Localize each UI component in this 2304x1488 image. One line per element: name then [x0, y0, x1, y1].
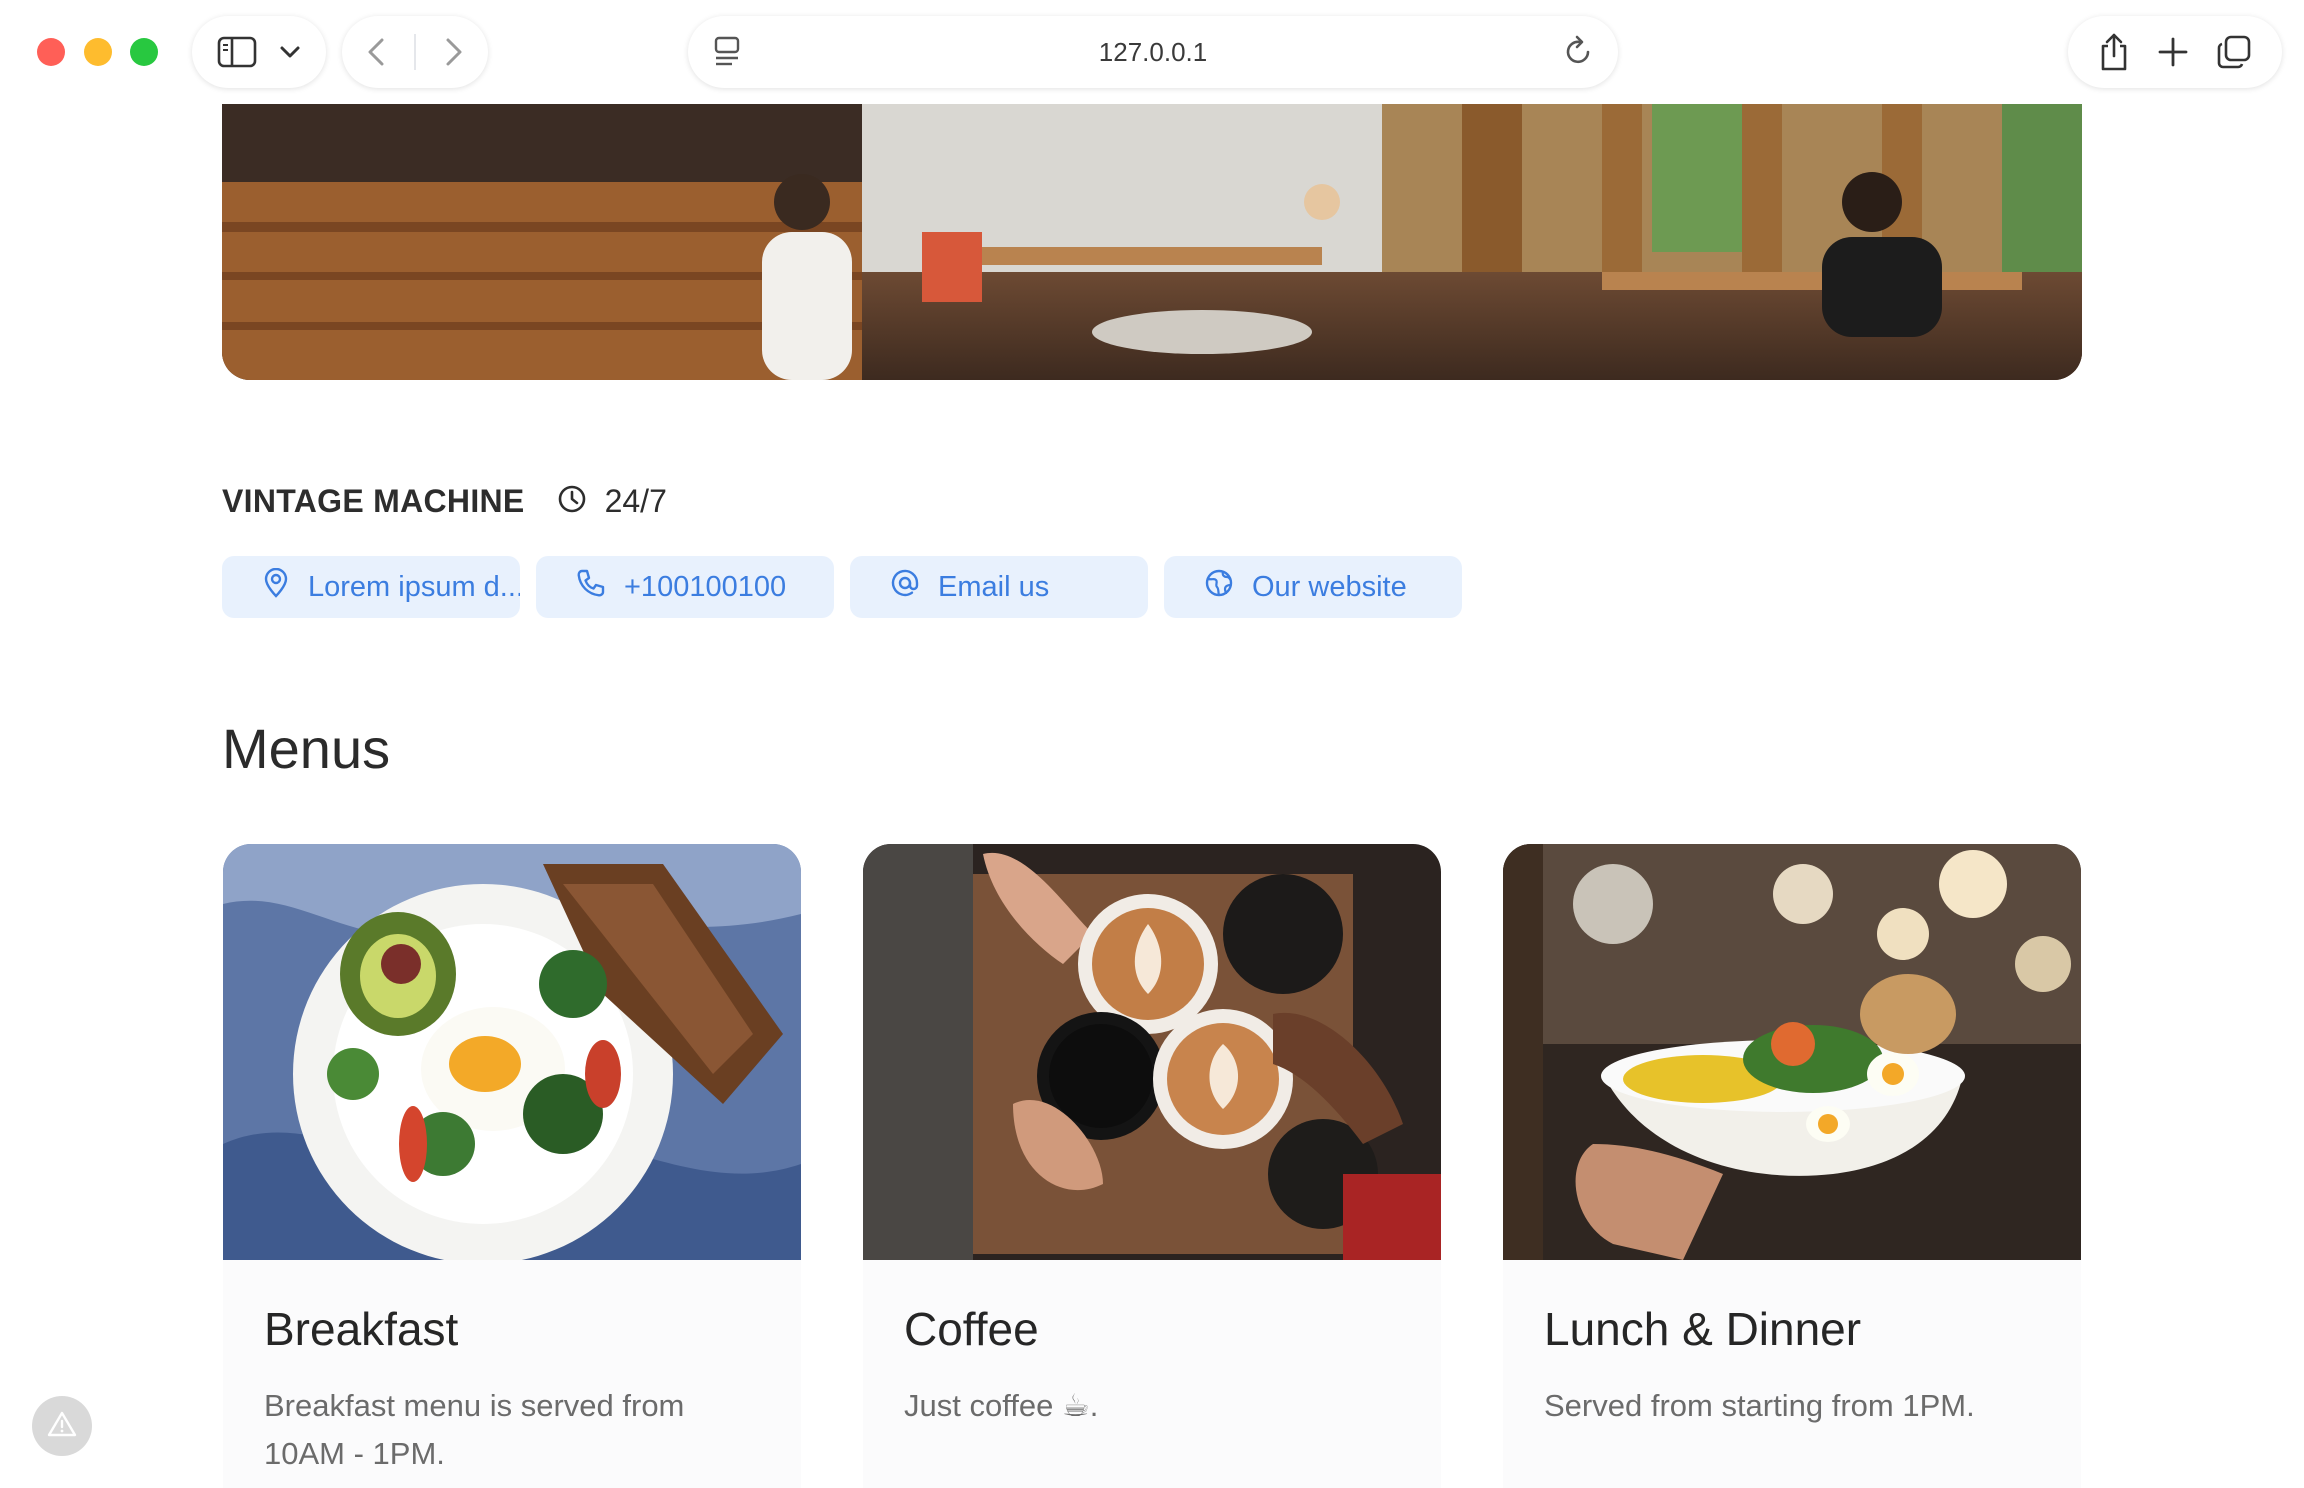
close-window-button[interactable] [37, 38, 65, 66]
location-pin-icon [262, 567, 290, 606]
url-text: 127.0.0.1 [1098, 36, 1208, 67]
chevron-down-icon[interactable] [279, 45, 301, 59]
window-actions-group [2068, 16, 2282, 88]
menus-heading: Menus [222, 717, 391, 780]
contact-chips: Lorem ipsum d... +100100100 Email us Our… [222, 556, 1462, 618]
website-chip[interactable]: Our website [1164, 556, 1462, 618]
clock-icon [557, 484, 587, 519]
address-bar[interactable]: 127.0.0.1 [688, 16, 1618, 88]
menu-card-description: Breakfast menu is served from 10AM - 1PM… [264, 1388, 685, 1471]
phone-icon [576, 568, 606, 606]
venue-name: VINTAGE MACHINE [222, 482, 525, 519]
sidebar-icon[interactable] [217, 36, 257, 68]
page-menu-icon[interactable] [712, 34, 742, 68]
menu-card-lunch-dinner[interactable]: Lunch & Dinner Served from starting from… [1503, 844, 2081, 1488]
tab-overview-icon[interactable] [2216, 34, 2252, 70]
email-label: Email us [938, 570, 1050, 603]
zoom-window-button[interactable] [130, 38, 158, 66]
phone-label: +100100100 [624, 570, 787, 603]
new-tab-plus-icon[interactable] [2158, 37, 2188, 67]
minimize-window-button[interactable] [84, 38, 112, 66]
menu-card-description: Served from starting from 1PM. [1544, 1388, 1975, 1423]
share-icon[interactable] [2098, 32, 2130, 72]
globe-icon [1204, 568, 1234, 606]
cafe-interior-photo [222, 72, 2082, 380]
website-label: Our website [1252, 570, 1407, 603]
breakfast-photo [223, 844, 801, 1260]
address-chip[interactable]: Lorem ipsum d... [222, 556, 520, 618]
navigation-group [342, 16, 488, 88]
forward-arrow-icon[interactable] [445, 37, 463, 67]
menu-card-title: Coffee [904, 1303, 1039, 1355]
menu-card-title: Lunch & Dinner [1544, 1303, 1862, 1355]
at-sign-icon [890, 568, 920, 606]
menu-card-breakfast[interactable]: Breakfast Breakfast menu is served from … [223, 844, 801, 1488]
sidebar-toggle-group [192, 16, 326, 88]
email-chip[interactable]: Email us [850, 556, 1148, 618]
opening-hours: 24/7 [604, 482, 667, 519]
menu-card-title: Breakfast [264, 1303, 459, 1355]
coffee-photo [863, 844, 1441, 1260]
menu-card-description: Just coffee ☕. [904, 1388, 1099, 1423]
back-arrow-icon[interactable] [367, 37, 385, 67]
nav-divider [413, 34, 416, 70]
issues-badge[interactable] [32, 1396, 92, 1456]
address-label: Lorem ipsum d... [308, 570, 520, 603]
venue-info-row: VINTAGE MACHINE 24/7 [222, 480, 667, 522]
warning-triangle-icon [47, 1410, 77, 1443]
browser-toolbar: 127.0.0.1 [0, 0, 2304, 104]
phone-chip[interactable]: +100100100 [536, 556, 834, 618]
reload-icon[interactable] [1562, 34, 1594, 68]
lunch-dinner-photo [1503, 844, 2081, 1260]
menu-card-coffee[interactable]: Coffee Just coffee ☕. [863, 844, 1441, 1488]
